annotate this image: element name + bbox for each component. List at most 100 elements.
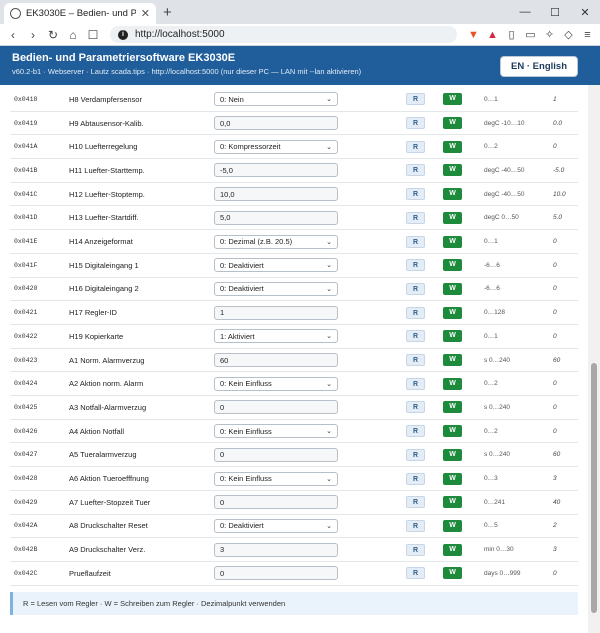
write-button[interactable]: W	[443, 377, 462, 390]
extensions-icon[interactable]: ✧	[541, 28, 558, 41]
back-icon[interactable]: ‹	[4, 28, 22, 42]
read-button[interactable]: R	[406, 140, 425, 153]
parameter-select[interactable]: 0: Deaktiviert ⌄	[214, 518, 338, 533]
write-button[interactable]: W	[443, 354, 462, 367]
read-button[interactable]: R	[406, 519, 425, 532]
register-address: 0x0426	[14, 427, 38, 435]
read-button[interactable]: R	[406, 282, 425, 295]
write-button[interactable]: W	[443, 164, 462, 177]
home-icon[interactable]: ⌂	[64, 28, 82, 42]
sidebar-icon[interactable]: ▯	[503, 28, 520, 41]
address-bar[interactable]: i http://localhost:5000	[110, 26, 457, 43]
wallet-icon[interactable]: ▭	[522, 28, 539, 41]
write-button[interactable]: W	[443, 519, 462, 532]
write-button[interactable]: W	[443, 259, 462, 272]
language-toggle-button[interactable]: EN · English	[500, 56, 578, 77]
parameter-input[interactable]: 3	[214, 542, 338, 557]
value-cell: 0	[214, 566, 406, 581]
write-button[interactable]: W	[443, 211, 462, 224]
write-button[interactable]: W	[443, 543, 462, 556]
read-button[interactable]: R	[406, 472, 425, 485]
rewards-icon[interactable]: ▲	[484, 29, 501, 41]
parameter-input[interactable]: 1	[214, 305, 338, 320]
read-button[interactable]: R	[406, 567, 425, 580]
read-button[interactable]: R	[406, 164, 425, 177]
parameter-input[interactable]: 5,0	[214, 210, 338, 225]
browser-tab[interactable]: EK3030E – Bedien- und Parametri ✕	[4, 3, 156, 24]
parameter-select[interactable]: 0: Kein Einfluss ⌄	[214, 376, 338, 391]
value-cell: 0: Kein Einfluss ⌄	[214, 376, 406, 391]
value-cell: -5,0	[214, 163, 406, 178]
write-button[interactable]: W	[443, 401, 462, 414]
scrollbar-thumb[interactable]	[591, 363, 597, 613]
new-tab-icon[interactable]: +	[163, 4, 172, 21]
parameter-input[interactable]: 0,0	[214, 116, 338, 131]
write-button[interactable]: W	[443, 496, 462, 509]
control-value: 0: Nein	[220, 94, 244, 104]
read-button[interactable]: R	[406, 330, 425, 343]
read-button[interactable]: R	[406, 259, 425, 272]
parameter-select[interactable]: 0: Deaktiviert ⌄	[214, 281, 338, 296]
write-button[interactable]: W	[443, 448, 462, 461]
current-value: 0	[553, 427, 557, 435]
write-button[interactable]: W	[443, 306, 462, 319]
write-button[interactable]: W	[443, 117, 462, 130]
parameter-input[interactable]: 60	[214, 353, 338, 368]
read-button[interactable]: R	[406, 496, 425, 509]
write-button[interactable]: W	[443, 93, 462, 106]
parameter-select[interactable]: 0: Nein ⌄	[214, 92, 338, 107]
read-button[interactable]: R	[406, 235, 425, 248]
table-row: 0x041A H10 Luefterregelung 0: Kompressor…	[10, 135, 578, 160]
read-button[interactable]: R	[406, 188, 425, 201]
value-range: 0…128	[484, 309, 505, 317]
parameter-select[interactable]: 0: Dezimal (z.B. 20.5) ⌄	[214, 234, 338, 249]
parameter-name: H8 Verdampfersensor	[69, 94, 142, 104]
forward-icon[interactable]: ›	[24, 28, 42, 42]
current-value: 0	[553, 261, 557, 269]
read-button[interactable]: R	[406, 377, 425, 390]
read-button[interactable]: R	[406, 401, 425, 414]
parameter-input[interactable]: 0	[214, 566, 338, 581]
table-row: 0x042C Prueflaufzeit 0 R W days 0…999 0	[10, 562, 578, 586]
maximize-icon[interactable]: ☐	[540, 6, 570, 19]
read-button[interactable]: R	[406, 93, 425, 106]
write-button[interactable]: W	[443, 282, 462, 295]
parameter-input[interactable]: 0	[214, 495, 338, 510]
parameter-select[interactable]: 0: Kompressorzeit ⌄	[214, 139, 338, 154]
parameter-select[interactable]: 1: Aktiviert ⌄	[214, 329, 338, 344]
read-button[interactable]: R	[406, 354, 425, 367]
read-button[interactable]: R	[406, 117, 425, 130]
read-button[interactable]: R	[406, 306, 425, 319]
bookmark-icon[interactable]: ☐	[84, 28, 102, 42]
minimize-icon[interactable]: —	[510, 6, 540, 18]
parameter-select[interactable]: 0: Deaktiviert ⌄	[214, 258, 338, 273]
read-button[interactable]: R	[406, 211, 425, 224]
brave-shield-icon[interactable]: ▼	[465, 29, 482, 41]
write-button[interactable]: W	[443, 425, 462, 438]
menu-icon[interactable]: ≡	[579, 29, 596, 41]
close-window-icon[interactable]: ✕	[570, 6, 600, 19]
read-button[interactable]: R	[406, 543, 425, 556]
write-button[interactable]: W	[443, 472, 462, 485]
info-icon[interactable]: i	[118, 29, 128, 40]
parameter-input[interactable]: -5,0	[214, 163, 338, 178]
write-button[interactable]: W	[443, 235, 462, 248]
value-range: 0…3	[484, 475, 498, 483]
vpn-icon[interactable]: ◇	[560, 28, 577, 41]
parameter-select[interactable]: 0: Kein Einfluss ⌄	[214, 471, 338, 486]
write-button[interactable]: W	[443, 140, 462, 153]
parameter-input[interactable]: 10,0	[214, 187, 338, 202]
parameter-select[interactable]: 0: Kein Einfluss ⌄	[214, 424, 338, 439]
write-button[interactable]: W	[443, 330, 462, 343]
close-tab-icon[interactable]: ✕	[141, 7, 150, 20]
write-button[interactable]: W	[443, 188, 462, 201]
current-value: 0	[553, 403, 557, 411]
read-button[interactable]: R	[406, 448, 425, 461]
parameter-input[interactable]: 0	[214, 447, 338, 462]
register-address: 0x041B	[14, 166, 38, 174]
read-button[interactable]: R	[406, 425, 425, 438]
write-button[interactable]: W	[443, 567, 462, 580]
reload-icon[interactable]: ↻	[44, 28, 62, 42]
parameter-input[interactable]: 0	[214, 400, 338, 415]
scrollbar[interactable]	[588, 85, 600, 633]
